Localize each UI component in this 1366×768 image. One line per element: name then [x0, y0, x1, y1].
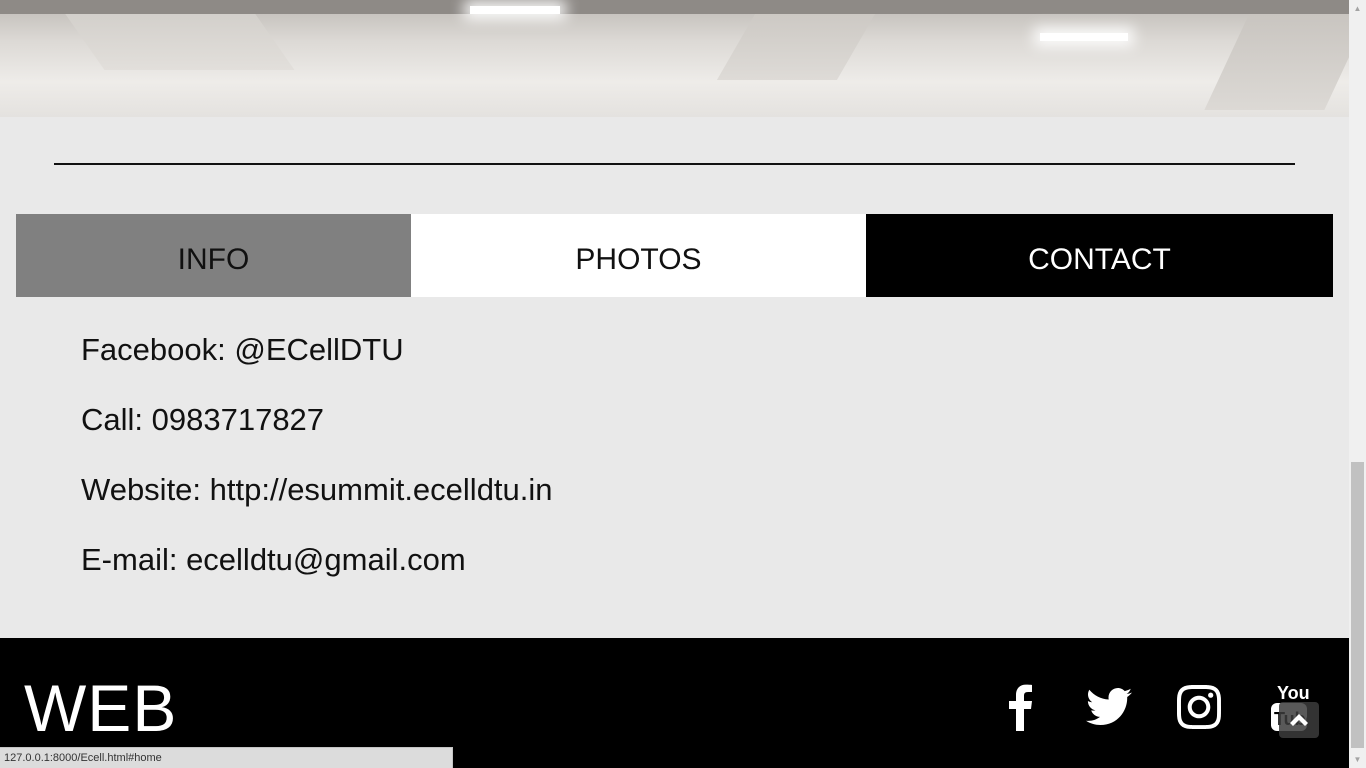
tab-contact[interactable]: CONTACT [866, 214, 1333, 297]
scroll-up-arrow-icon[interactable]: ▲ [1349, 0, 1366, 17]
tab-bar: INFO PHOTOS CONTACT [16, 214, 1333, 297]
tab-info[interactable]: INFO [16, 214, 411, 297]
page: INFO PHOTOS CONTACT Facebook: @ECellDTU … [0, 0, 1349, 768]
vertical-scrollbar[interactable]: ▲ ▼ [1349, 0, 1366, 768]
facebook-icon[interactable] [995, 682, 1045, 732]
back-to-top-button[interactable] [1279, 702, 1319, 738]
scroll-down-arrow-icon[interactable]: ▼ [1349, 751, 1366, 768]
twitter-icon[interactable] [1084, 682, 1134, 732]
hero-image [0, 0, 1349, 117]
contact-website: Website: http://esummit.ecelldtu.in [81, 472, 553, 507]
tab-photos[interactable]: PHOTOS [411, 214, 866, 297]
chevron-up-icon [1290, 714, 1308, 726]
status-bar-url: 127.0.0.1:8000/Ecell.html#home [0, 747, 453, 768]
svg-text:You: You [1277, 683, 1309, 703]
contact-facebook: Facebook: @ECellDTU [81, 332, 404, 367]
contact-details: Facebook: @ECellDTU Call: 0983717827 Web… [81, 330, 553, 610]
footer-logo[interactable]: WEB [24, 670, 177, 746]
section-divider [54, 163, 1295, 165]
contact-email: E-mail: ecelldtu@gmail.com [81, 542, 466, 577]
contact-phone: Call: 0983717827 [81, 402, 325, 437]
instagram-icon[interactable] [1174, 682, 1224, 732]
scrollbar-thumb[interactable] [1351, 462, 1364, 748]
